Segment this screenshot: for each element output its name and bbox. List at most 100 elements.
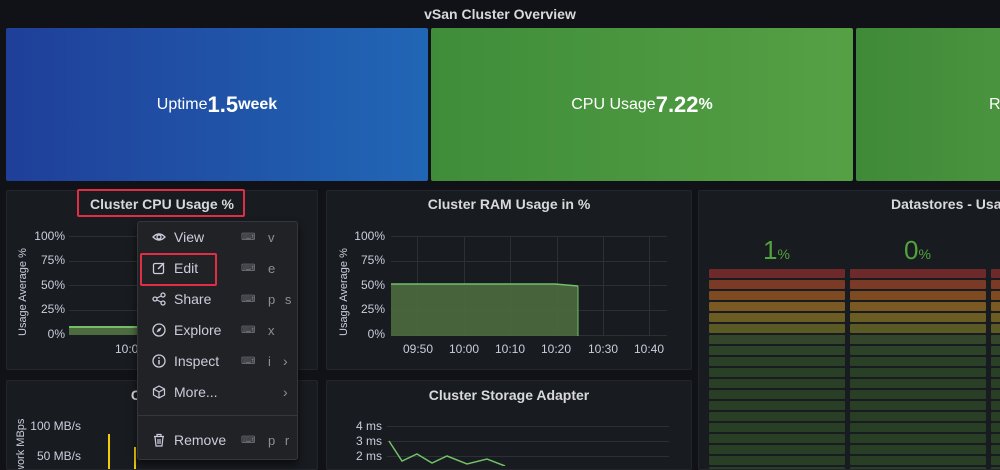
gauge-cell (709, 390, 845, 399)
menu-item-label: More... (174, 384, 218, 400)
panel-title[interactable]: Cluster RAM Usage in % (327, 196, 691, 212)
grid-line (391, 261, 667, 262)
ram-usage-panel[interactable]: Cluster RAM Usage in % Usage Average % 1… (326, 190, 692, 370)
datastores-panel[interactable]: Datastores - Usag 1% 0% (698, 190, 1000, 470)
y-tick: 25% (360, 302, 385, 316)
y-tick: 75% (40, 253, 65, 267)
cube-icon (150, 385, 168, 399)
datastore-gauge-1 (709, 269, 845, 469)
gauge-cell (709, 401, 845, 410)
menu-item-label: Inspect (174, 353, 220, 369)
gauge-cell (709, 324, 845, 333)
menu-item-label: Explore (174, 322, 222, 338)
stat-label: Uptime (156, 95, 208, 113)
y-tick: 0% (47, 327, 65, 341)
info-icon (150, 354, 168, 368)
gauge-cell (850, 368, 986, 377)
gauge-cell (709, 302, 845, 311)
shortcut-key: x (268, 322, 278, 338)
gauge-cell (991, 291, 1000, 300)
gauge-cell (991, 302, 1000, 311)
gauge-cell (991, 357, 1000, 366)
gauge-cell (709, 357, 845, 366)
stat-label: CPU Usage (571, 95, 656, 113)
keyboard-icon: ⌨ (241, 293, 256, 305)
gauge-cell (709, 379, 845, 388)
gauge-cell (709, 445, 845, 454)
shortcut-key: p r (268, 432, 293, 448)
shortcut-key: p s (268, 291, 295, 307)
datastore-gauge-3 (991, 269, 1000, 469)
menu-item-label: View (174, 229, 205, 245)
grid-line (387, 426, 669, 427)
menu-item-more[interactable]: More... › (138, 377, 297, 407)
share-icon (150, 292, 168, 306)
panel-title[interactable]: Cluster Storage Adapter (327, 387, 691, 403)
gauge-cell (850, 412, 986, 421)
row-title[interactable]: vSan Cluster Overview (0, 0, 1000, 28)
chevron-right-icon: › (283, 384, 288, 400)
datastore-gauge-2 (850, 269, 986, 469)
gauge-cell (850, 445, 986, 454)
gauge-cell (850, 390, 986, 399)
stat-value: 7.22 (655, 91, 699, 117)
keyboard-icon: ⌨ (241, 434, 256, 446)
y-tick: 100% (354, 229, 385, 243)
gauge-cell (991, 412, 1000, 421)
x-tick: 10:20 (541, 342, 572, 356)
menu-item-remove[interactable]: Remove ⌨ p r (138, 425, 297, 455)
gauge-cell (850, 302, 986, 311)
shortcut-key: v (268, 229, 278, 245)
menu-item-explore[interactable]: Explore ⌨ x (138, 315, 297, 345)
network-spike (108, 434, 110, 469)
x-tick: 10:00 (449, 342, 480, 356)
gauge-cell (850, 324, 986, 333)
y-tick: 25% (40, 302, 65, 316)
menu-divider (138, 415, 297, 416)
stat-value: 1.5 (207, 91, 239, 117)
stat-panel-ram[interactable]: R (856, 28, 1000, 181)
gauge-cell (850, 434, 986, 443)
y-tick: 50 MB/s (36, 449, 81, 463)
gauge-cell (709, 368, 845, 377)
shortcut-key: e (268, 260, 279, 276)
highlight-cpu-title (77, 189, 245, 217)
y-tick: 0% (367, 327, 385, 341)
y-tick: 75% (360, 253, 385, 267)
gauge-cell (850, 423, 986, 432)
gauge-cell (709, 412, 845, 421)
menu-item-label: Remove (174, 432, 227, 448)
gauge-cell (850, 346, 986, 355)
keyboard-icon: ⌨ (241, 324, 256, 336)
gauge-cell (850, 357, 986, 366)
eye-icon (150, 230, 168, 244)
gauge-cell (991, 445, 1000, 454)
gauge-cell (991, 401, 1000, 410)
menu-item-share[interactable]: Share ⌨ p s (138, 284, 297, 314)
gauge-cell (850, 291, 986, 300)
trash-icon (150, 433, 168, 447)
stat-panel-cpu-usage[interactable]: CPU Usage 7.22 % (431, 28, 853, 181)
gauge-cell (850, 456, 986, 465)
y-tick: 100% (34, 229, 65, 243)
gauge-cell (709, 434, 845, 443)
menu-item-label: Share (174, 291, 212, 307)
menu-item-inspect[interactable]: Inspect ⌨ i › (138, 346, 297, 376)
x-tick: 10:0 (115, 342, 139, 356)
compass-icon (150, 323, 168, 337)
gauge-cell (991, 324, 1000, 333)
x-tick: 10:30 (588, 342, 619, 356)
gauge-cell (991, 456, 1000, 465)
stat-panel-uptime[interactable]: Uptime 1.5 week (6, 28, 428, 181)
gauge-cell (709, 335, 845, 344)
gauge-cell (991, 423, 1000, 432)
gauge-cell (991, 390, 1000, 399)
y-tick: 4 ms (355, 419, 382, 433)
storage-adapter-panel[interactable]: Cluster Storage Adapter 4 ms 3 ms 2 ms (326, 380, 692, 470)
menu-item-view[interactable]: View ⌨ v (138, 222, 297, 252)
gauge-cell (991, 379, 1000, 388)
network-spike (134, 447, 136, 469)
gauge-cell (991, 280, 1000, 289)
panel-title[interactable]: Datastores - Usag (891, 196, 1000, 212)
storage-latency-line (388, 440, 506, 466)
